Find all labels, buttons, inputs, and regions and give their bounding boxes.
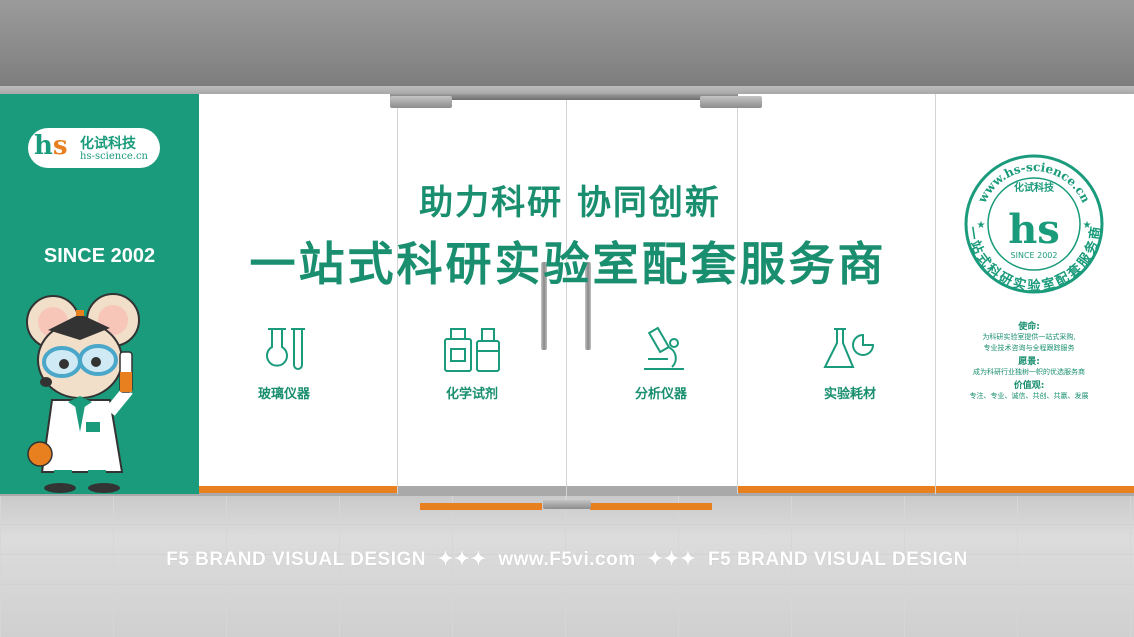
door-hinge xyxy=(700,96,762,108)
orange-strip xyxy=(420,503,542,510)
category-label: 实验耗材 xyxy=(823,387,876,402)
ceiling xyxy=(0,0,1134,86)
category-label: 化学试剂 xyxy=(445,387,498,402)
orange-strip xyxy=(590,503,712,510)
slogan-line-2: 一站式科研实验室配套服务商 xyxy=(249,237,887,291)
slogan-line-1: 助力科研 协同创新 xyxy=(419,183,721,223)
values-line: 专注、专业、诚信、共创、共赢、发展 xyxy=(969,392,1089,400)
door-hinge xyxy=(390,96,452,108)
glassware-icon xyxy=(266,328,305,370)
logo-mark: hs xyxy=(34,131,68,161)
panel-divider xyxy=(935,94,936,494)
vision-title: 愿景: xyxy=(1018,357,1040,367)
microscope-icon xyxy=(644,326,684,370)
mission-line: 为科研实验室提供一站式采购, xyxy=(982,333,1076,341)
reagent-bottles-icon xyxy=(444,328,500,372)
flask-consumables-icon xyxy=(823,328,875,368)
category-label: 分析仪器 xyxy=(634,387,687,402)
mission-title: 使命: xyxy=(1018,322,1040,332)
svg-text:★: ★ xyxy=(977,220,986,231)
logo-name: 化试科技 xyxy=(80,136,136,152)
category-label: 玻璃仪器 xyxy=(257,387,310,402)
orange-strip xyxy=(738,486,1134,493)
mission-line: 专业技术咨询与全程跟踪服务 xyxy=(983,344,1075,352)
panel-divider xyxy=(566,94,567,504)
panel-divider xyxy=(737,94,738,494)
mouse-scientist-mascot-icon xyxy=(26,293,140,493)
brand-seal-icon: www.hs-science.cn 一站式科研实验室配套服务商 化试科技 hs … xyxy=(964,154,1104,294)
ceiling-edge xyxy=(0,86,1134,94)
seal-since: SINCE 2002 xyxy=(1011,251,1058,260)
vision-line: 成为科研行业独树一帜的优选服务商 xyxy=(973,368,1085,376)
orange-strip xyxy=(199,486,397,493)
door-floor-hinge xyxy=(543,500,591,509)
watermark: F5 BRAND VISUAL DESIGN ✦✦✦ www.F5vi.com … xyxy=(166,549,968,570)
svg-text:★: ★ xyxy=(1083,220,1092,231)
seal-mark: hs xyxy=(1008,206,1060,253)
values-title: 价值观: xyxy=(1013,381,1045,391)
seal-name: 化试科技 xyxy=(1014,181,1055,194)
panel-divider xyxy=(397,94,398,494)
since-label: SINCE 2002 xyxy=(43,245,156,267)
logo-url: hs-science.cn xyxy=(80,151,148,162)
